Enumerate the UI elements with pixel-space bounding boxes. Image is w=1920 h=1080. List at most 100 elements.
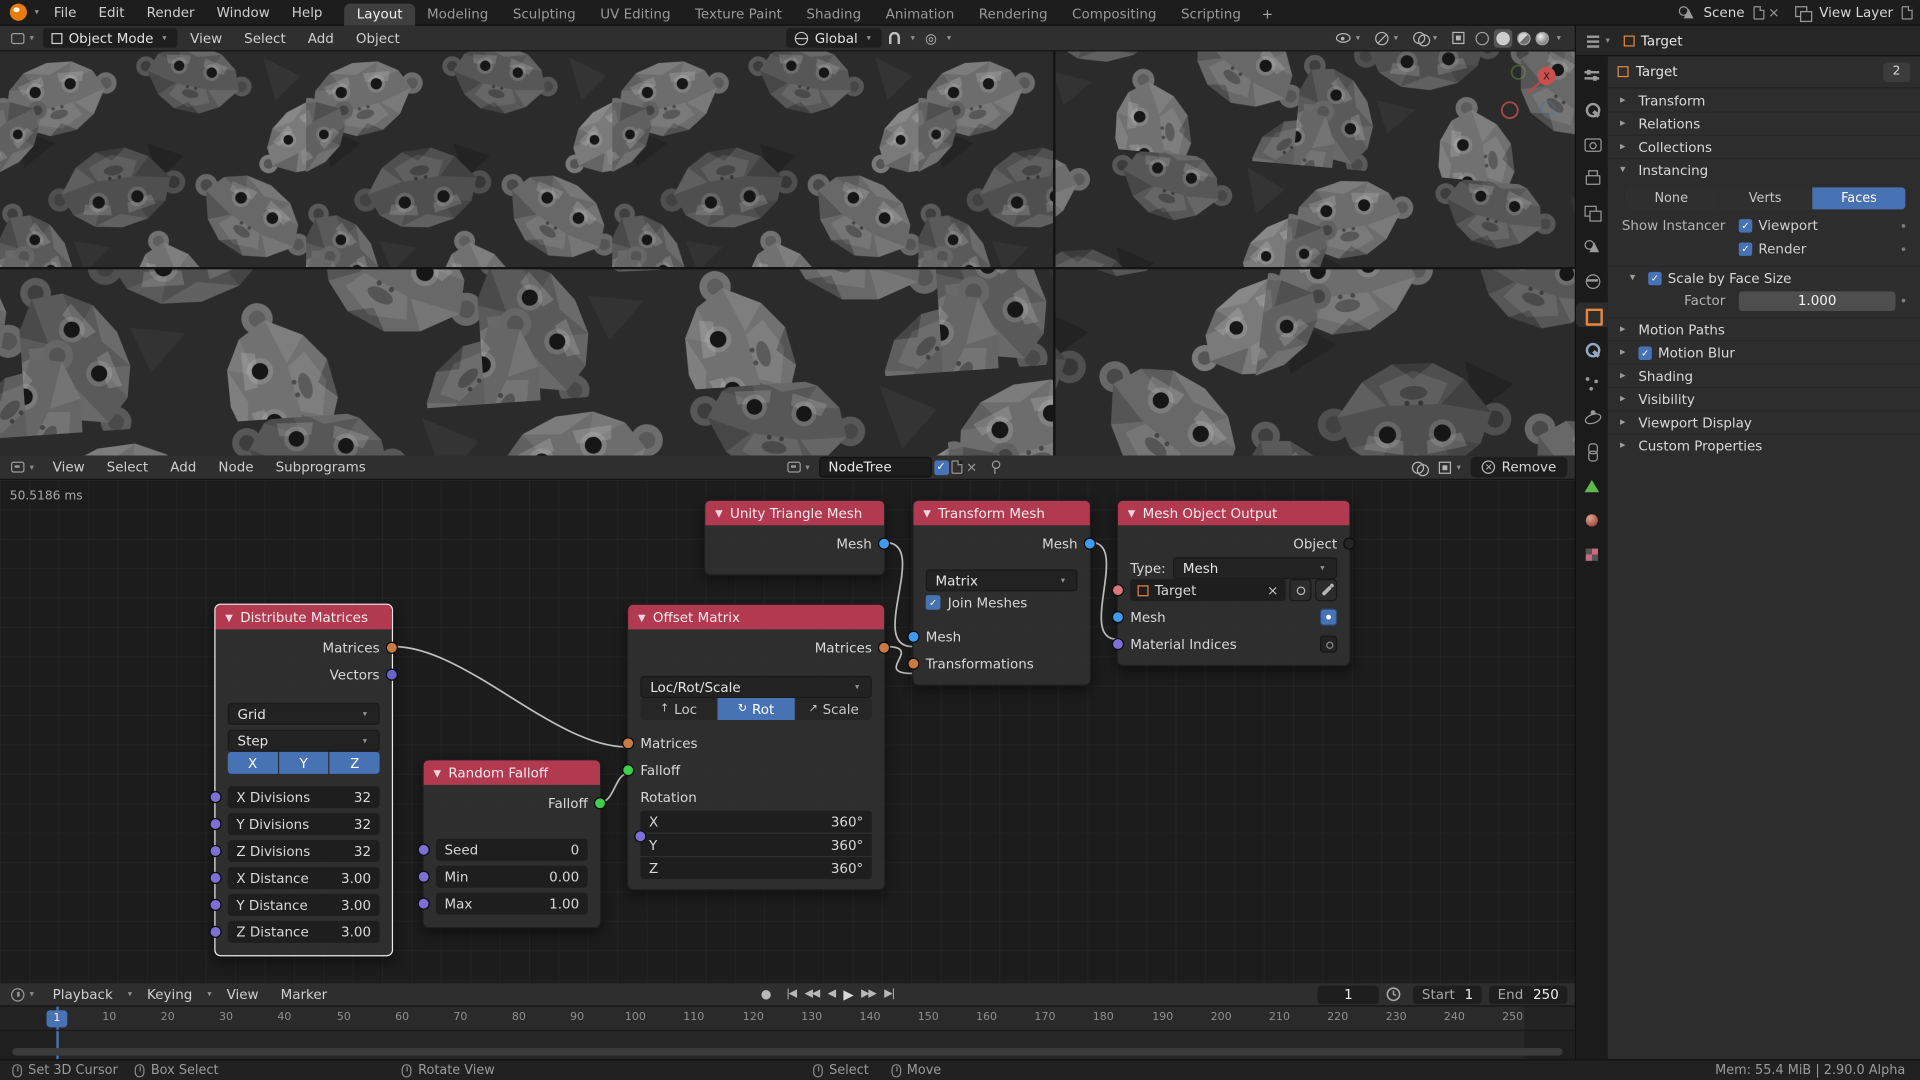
min-field[interactable]: Min 0.00	[435, 865, 588, 888]
instancing-faces-button[interactable]: Faces	[1812, 187, 1906, 210]
node-menu-view[interactable]: View	[43, 454, 95, 480]
workspace-tab-texture-paint[interactable]: Texture Paint	[683, 3, 794, 25]
socket-vectors-output[interactable]	[385, 668, 398, 681]
socket-falloff-output[interactable]	[593, 797, 607, 810]
playhead[interactable]: 1	[46, 1006, 68, 1030]
overlays-dropdown[interactable]	[1408, 28, 1445, 48]
pin-icon[interactable]	[989, 459, 1000, 475]
viewport-menu-view[interactable]: View	[180, 25, 232, 51]
node-transform-mesh[interactable]: Transform Mesh Mesh Matrix Join Meshes M…	[907, 499, 1096, 686]
menu-window[interactable]: Window	[207, 0, 280, 25]
menu-edit[interactable]: Edit	[89, 0, 135, 25]
tab-output[interactable]	[1576, 165, 1608, 189]
end-frame-field[interactable]: End 250	[1489, 985, 1568, 1004]
menu-render[interactable]: Render	[137, 0, 205, 25]
node-snapping-dropdown[interactable]	[1434, 457, 1468, 477]
x-distance-field[interactable]: X Distance 3.00	[227, 866, 380, 889]
jump-to-end-button[interactable]: ▶|	[884, 988, 895, 1000]
axis-y-toggle[interactable]: Y	[278, 751, 329, 774]
socket-object-ref[interactable]	[1111, 584, 1125, 597]
axis-x-toggle[interactable]: X	[227, 751, 278, 774]
node-menu-add[interactable]: Add	[160, 454, 206, 480]
scale-button[interactable]: Scale	[795, 697, 872, 720]
timeline-editor-type-dropdown[interactable]	[7, 986, 40, 1002]
socket-seed[interactable]	[417, 843, 430, 856]
panel-relations[interactable]: Relations	[1607, 111, 1920, 134]
timeline-scrollbar[interactable]	[12, 1048, 1563, 1056]
snap-toggle[interactable]	[885, 28, 906, 48]
viewport-menu-object[interactable]: Object	[346, 25, 409, 51]
animate-dot-icon[interactable]	[1901, 247, 1906, 252]
node-header[interactable]: Offset Matrix	[628, 604, 885, 630]
timeline-track-area[interactable]	[0, 1031, 1575, 1060]
proportional-edit-dropdown[interactable]	[944, 33, 954, 43]
tab-particles[interactable]	[1576, 371, 1608, 395]
collapse-icon[interactable]	[638, 612, 646, 623]
timeline-menu-marker[interactable]: Marker	[271, 981, 337, 1007]
outliner-editor-type-dropdown[interactable]	[1583, 33, 1616, 48]
z-distance-field[interactable]: Z Distance 3.00	[227, 920, 380, 943]
auto-keyframe-toggle[interactable]: ●	[761, 988, 772, 1001]
axis-z-toggle[interactable]: Z	[329, 751, 380, 774]
panel-motion-paths[interactable]: Motion Paths	[1607, 317, 1920, 340]
workspace-tab-modeling[interactable]: Modeling	[415, 3, 501, 25]
prev-keyframe-button[interactable]: ◀◀	[805, 988, 821, 1000]
target-object-field[interactable]: Target	[1130, 579, 1286, 602]
material-indices-toggle[interactable]	[1320, 635, 1338, 653]
viewport-editor-type-dropdown[interactable]	[7, 31, 40, 44]
seed-field[interactable]: Seed 0	[435, 838, 588, 861]
socket-x-divisions[interactable]	[209, 791, 222, 804]
panel-transform[interactable]: Transform	[1607, 88, 1920, 111]
socket-z-divisions[interactable]	[209, 844, 222, 858]
instancing-verts-button[interactable]: Verts	[1718, 187, 1812, 210]
transform-orientation-dropdown[interactable]: Global	[786, 28, 883, 48]
workspace-tab-shading[interactable]: Shading	[794, 3, 873, 25]
view-layer-selector[interactable]: View Layer	[1813, 4, 1899, 20]
timeline-menu-view[interactable]: View	[217, 981, 269, 1007]
unlink-node-tree-button[interactable]	[964, 459, 979, 475]
tab-render[interactable]	[1576, 131, 1608, 155]
panel-shading[interactable]: Shading	[1607, 363, 1920, 387]
collapse-icon[interactable]	[433, 767, 441, 778]
tab-physics[interactable]	[1576, 405, 1608, 429]
socket-mesh-input[interactable]	[907, 630, 920, 643]
socket-material-indices-input[interactable]	[1111, 637, 1125, 651]
collapse-icon[interactable]	[1128, 508, 1136, 519]
tab-modifiers[interactable]	[1576, 337, 1608, 361]
socket-y-distance[interactable]	[209, 898, 222, 912]
instancing-none-button[interactable]: None	[1624, 187, 1718, 210]
node-tree-name-field[interactable]: NodeTree	[818, 456, 932, 478]
socket-object-output[interactable]	[1343, 537, 1356, 550]
panel-viewport-display[interactable]: Viewport Display	[1607, 410, 1920, 433]
collapse-icon[interactable]	[715, 508, 723, 519]
viewport-canvas[interactable]: X	[0, 51, 1575, 456]
panel-visibility[interactable]: Visibility	[1607, 386, 1920, 410]
type-dropdown[interactable]: Mesh	[1173, 557, 1338, 580]
max-field[interactable]: Max 1.00	[435, 892, 588, 915]
mesh-socket-toggle[interactable]	[1320, 608, 1338, 626]
socket-matrices-output[interactable]	[877, 641, 891, 654]
node-header[interactable]: Random Falloff	[423, 760, 600, 785]
gizmos-dropdown[interactable]	[1370, 28, 1406, 48]
transform-mode-dropdown[interactable]: Matrix	[925, 569, 1078, 592]
shading-material-button[interactable]	[1517, 31, 1531, 45]
xray-toggle[interactable]	[1447, 28, 1469, 48]
mode-dropdown[interactable]: Object Mode	[42, 28, 178, 48]
viewport-checkbox[interactable]	[1738, 219, 1753, 233]
play-button[interactable]: ▶	[843, 986, 853, 1002]
start-frame-field[interactable]: Start 1	[1413, 985, 1482, 1004]
y-distance-field[interactable]: Y Distance 3.00	[227, 893, 380, 916]
viewport-3d-scene[interactable]	[0, 51, 1575, 456]
socket-mesh-input[interactable]	[1111, 611, 1125, 624]
timeline-menu-playback[interactable]: Playback	[43, 981, 123, 1007]
workspace-tab-rendering[interactable]: Rendering	[967, 3, 1060, 25]
tab-texture[interactable]	[1576, 542, 1608, 566]
properties-editor-type-dropdown[interactable]	[1576, 62, 1608, 86]
rotation-x-field[interactable]: X 360°	[640, 810, 872, 833]
node-mesh-object-output[interactable]: Mesh Object Output Object Type: Mesh Targ…	[1111, 499, 1356, 667]
tab-constraints[interactable]	[1576, 440, 1608, 464]
shading-wireframe-button[interactable]	[1475, 31, 1489, 45]
remove-button[interactable]: Remove	[1471, 456, 1568, 478]
viewport-menu-add[interactable]: Add	[298, 25, 344, 51]
node-editor-type-dropdown[interactable]	[7, 460, 40, 473]
